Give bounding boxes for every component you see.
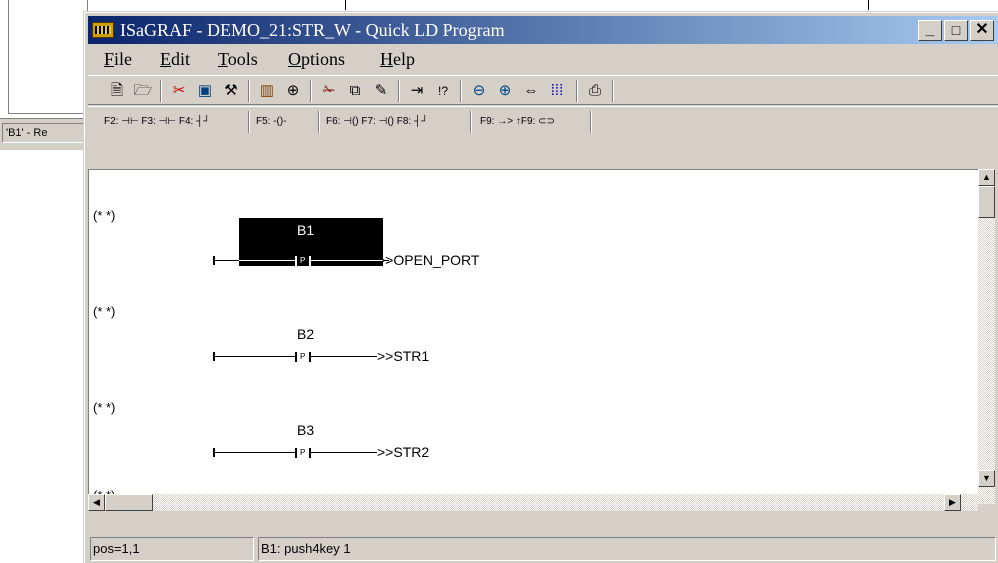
vertical-scroll-thumb[interactable] bbox=[978, 186, 995, 218]
rung-wire bbox=[311, 452, 377, 453]
main-window: ISaGRAF - DEMO_21:STR_W - Quick LD Progr… bbox=[83, 11, 998, 563]
jump-target[interactable]: >>STR1 bbox=[377, 348, 429, 364]
rung-comment[interactable]: (* *) bbox=[93, 400, 115, 415]
toolbar-separator bbox=[590, 111, 592, 133]
close-button[interactable]: ✕ bbox=[970, 20, 994, 41]
open-icon[interactable]: 🗁 bbox=[132, 80, 154, 102]
background-status-text: 'B1' - Re bbox=[2, 123, 86, 143]
background-divider bbox=[345, 0, 346, 10]
toolbar-separator bbox=[576, 80, 578, 102]
contact-symbol[interactable]: P bbox=[295, 256, 311, 266]
main-toolbar: 🗎 🗁 ✂ ▣ ⚒ ▥ ⊕ ✁ ⧉ ✎ ⇥ !? ⊖ ⊕ ⇔ ⁞⁞⁞ ⎙ bbox=[88, 75, 998, 105]
menu-options[interactable]: Options bbox=[288, 49, 345, 70]
ladder-editor[interactable]: (* *) B1 P >>OPEN_PORT (* *) B2 P >>STR1… bbox=[88, 169, 978, 494]
ladder-toolbar: F2: ⊣⊢ F3: ⊣⊢ F4: ┤┘ F5: -()- F6: ⊣() F7… bbox=[88, 106, 998, 136]
scissors-icon[interactable]: ✁ bbox=[318, 80, 340, 102]
status-message: B1: push4key 1 bbox=[258, 537, 996, 561]
toolbar-separator bbox=[470, 111, 472, 133]
copy-icon[interactable]: ⧉ bbox=[344, 80, 366, 102]
zoom-in-icon[interactable]: ⊕ bbox=[494, 80, 516, 102]
contact-symbol[interactable]: P bbox=[295, 352, 311, 362]
toolbar-separator bbox=[318, 111, 320, 133]
monitor-icon[interactable]: ▣ bbox=[194, 80, 216, 102]
scroll-down-icon[interactable]: ▼ bbox=[978, 470, 995, 487]
rung-wire bbox=[213, 452, 295, 453]
zoom-out-icon[interactable]: ⊖ bbox=[468, 80, 490, 102]
toolbar-separator bbox=[160, 80, 162, 102]
contact-symbol[interactable]: P bbox=[295, 448, 311, 458]
dictionary-icon[interactable]: ▥ bbox=[256, 80, 278, 102]
jump-target[interactable]: >>OPEN_PORT bbox=[377, 252, 479, 268]
toolbar-separator bbox=[398, 80, 400, 102]
paste-icon[interactable]: ✎ bbox=[370, 80, 392, 102]
background-statusbar: 'B1' - Re bbox=[0, 118, 90, 150]
vertical-scrollbar[interactable]: ▲ ▼ bbox=[978, 169, 995, 504]
status-bar: pos=1,1 B1: push4key 1 bbox=[88, 535, 998, 563]
fit-icon[interactable]: ⇔ bbox=[520, 80, 542, 102]
maximize-button[interactable]: □ bbox=[944, 20, 968, 41]
grid-icon[interactable]: ⁞⁞⁞ bbox=[546, 80, 568, 102]
parallel-fkeys[interactable]: F6: ⊣() F7: ⊣() F8: ┤┘ bbox=[326, 111, 428, 133]
horizontal-scrollbar[interactable]: ◀ ▶ bbox=[88, 494, 978, 511]
toolbar-separator bbox=[460, 80, 462, 102]
new-icon[interactable]: 🗎 bbox=[106, 80, 128, 102]
rung-comment[interactable]: (* *) bbox=[93, 304, 115, 319]
menu-file[interactable]: File bbox=[104, 49, 132, 70]
toolbar-separator bbox=[310, 80, 312, 102]
rung-wire bbox=[239, 260, 295, 261]
menu-tools[interactable]: Tools bbox=[218, 49, 258, 70]
contact-variable-label[interactable]: B2 bbox=[297, 326, 314, 342]
window-title: ISaGRAF - DEMO_21:STR_W - Quick LD Progr… bbox=[120, 20, 505, 40]
toolbar-separator bbox=[248, 111, 250, 133]
toolbar-separator bbox=[248, 80, 250, 102]
menu-help[interactable]: Help bbox=[380, 49, 415, 70]
cross-reference-icon[interactable]: !? bbox=[432, 80, 454, 102]
contact-variable-label[interactable]: B3 bbox=[297, 422, 314, 438]
toolbar-separator bbox=[612, 80, 614, 102]
jump-fkeys[interactable]: F9: →> ↑F9: ⊂⊃ bbox=[480, 111, 555, 133]
rung-wire bbox=[311, 260, 341, 261]
background-window-client bbox=[8, 0, 88, 114]
isagraf-app-icon[interactable] bbox=[92, 22, 114, 38]
rung-comment[interactable]: (* *) bbox=[93, 208, 115, 223]
background-divider bbox=[868, 0, 869, 10]
cursor-position: pos=1,1 bbox=[90, 537, 254, 561]
title-bar[interactable]: ISaGRAF - DEMO_21:STR_W - Quick LD Progr… bbox=[88, 16, 998, 44]
scroll-left-icon[interactable]: ◀ bbox=[88, 494, 105, 511]
print-icon[interactable]: ⎙ bbox=[584, 80, 606, 102]
coil-fkey[interactable]: F5: -()- bbox=[256, 111, 287, 133]
contact-fkeys[interactable]: F2: ⊣⊢ F3: ⊣⊢ F4: ┤┘ bbox=[104, 111, 210, 133]
menu-edit[interactable]: Edit bbox=[160, 49, 190, 70]
menu-bar: File Edit Tools Options Help bbox=[88, 45, 998, 75]
insert-icon[interactable]: ⇥ bbox=[406, 80, 428, 102]
compile-icon[interactable]: ⚒ bbox=[220, 80, 242, 102]
rung-wire bbox=[213, 356, 295, 357]
scroll-up-icon[interactable]: ▲ bbox=[978, 169, 995, 186]
contact-variable-label[interactable]: B1 bbox=[297, 222, 314, 238]
horizontal-scroll-thumb[interactable] bbox=[105, 494, 153, 511]
variables-icon[interactable]: ⊕ bbox=[282, 80, 304, 102]
scroll-right-icon[interactable]: ▶ bbox=[944, 494, 961, 511]
jump-target[interactable]: >>STR2 bbox=[377, 444, 429, 460]
minimize-button[interactable]: _ bbox=[918, 20, 942, 41]
cut-tool-icon[interactable]: ✂ bbox=[168, 80, 190, 102]
rung-wire bbox=[311, 356, 377, 357]
